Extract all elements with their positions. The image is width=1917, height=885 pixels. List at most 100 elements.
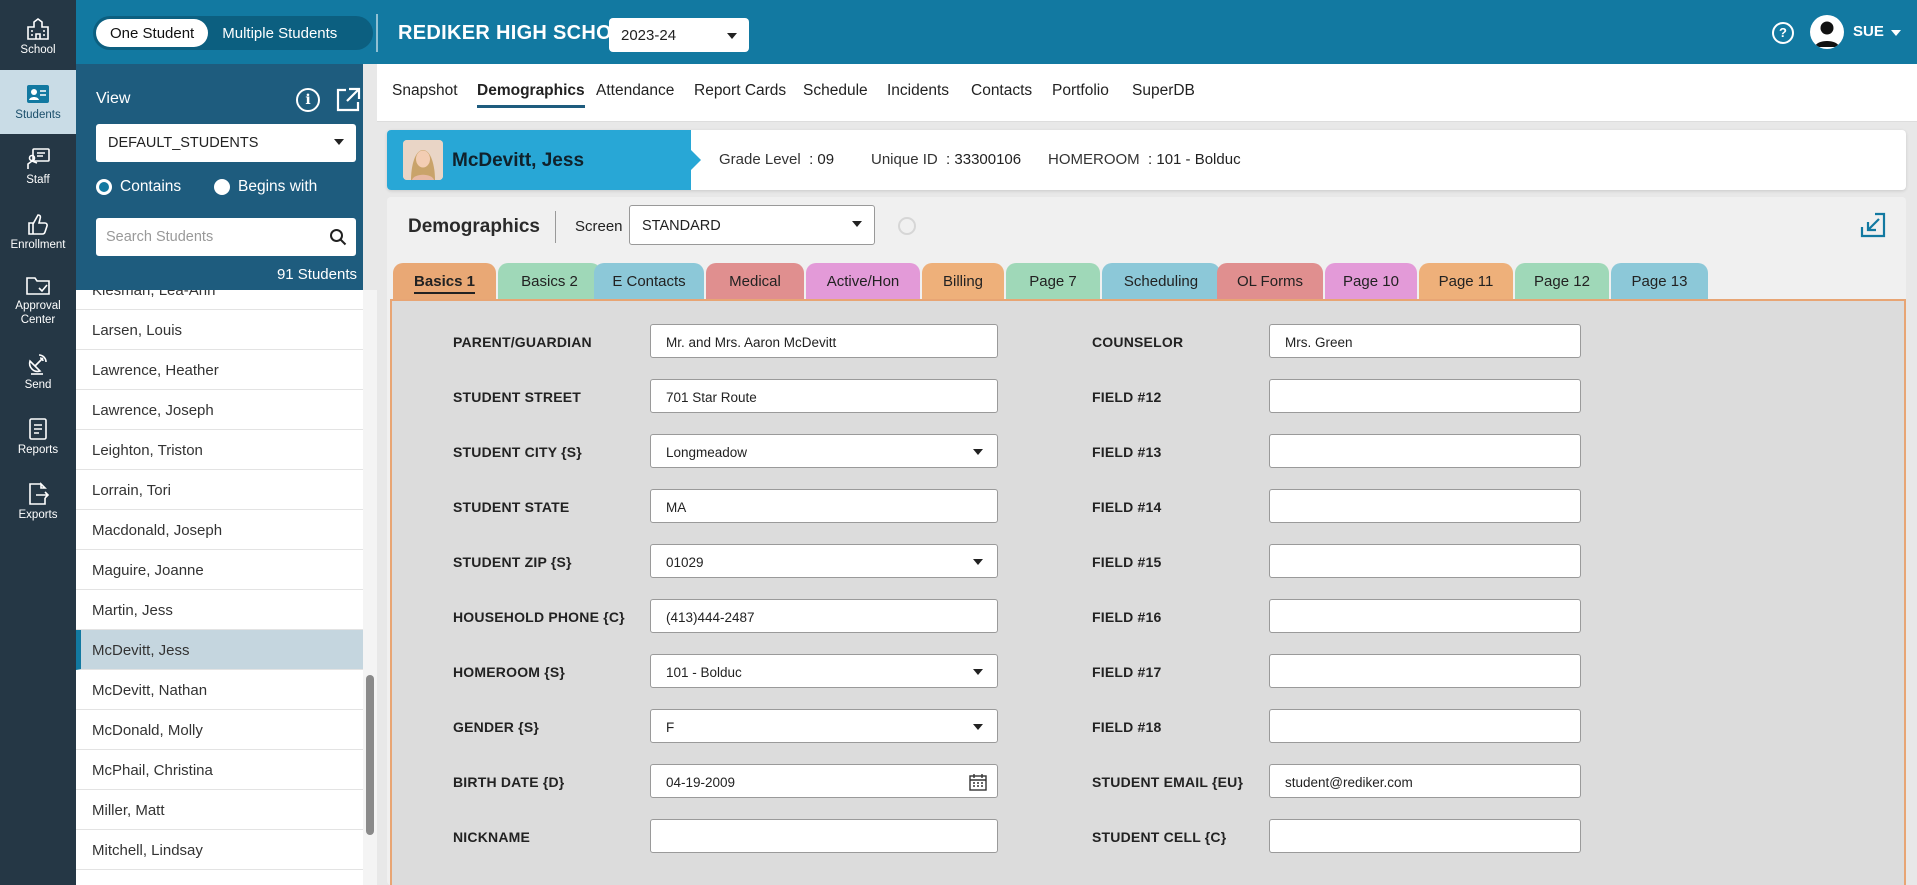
screen-select[interactable]: STANDARD xyxy=(629,205,875,245)
list-item[interactable]: McDonald, Molly xyxy=(76,710,363,750)
student-city-select[interactable]: Longmeadow xyxy=(650,434,998,468)
student-street-field[interactable]: 701 Star Route xyxy=(650,379,998,413)
list-item[interactable]: McPhail, Christina xyxy=(76,750,363,790)
chevron-down-icon[interactable] xyxy=(1891,30,1901,36)
homeroom-select[interactable]: 101 - Bolduc xyxy=(650,654,998,688)
tab-contacts[interactable]: Contacts xyxy=(971,82,1032,100)
tab-label: Page 13 xyxy=(1631,273,1688,290)
list-item[interactable]: Lawrence, Joseph xyxy=(76,390,363,430)
tab-ol-forms[interactable]: OL Forms xyxy=(1217,263,1323,299)
list-item[interactable]: Kiesman, Lea-Ann xyxy=(76,290,363,310)
tab-superdb[interactable]: SuperDB xyxy=(1132,82,1195,100)
field-12-input[interactable] xyxy=(1269,379,1581,413)
rail-item-approval-center[interactable]: Approval Center xyxy=(0,265,76,335)
student-cell-field[interactable] xyxy=(1269,819,1581,853)
rail-item-send[interactable]: Send xyxy=(0,340,76,404)
one-student-button[interactable]: One Student xyxy=(96,19,209,47)
help-icon[interactable]: ? xyxy=(1772,22,1794,44)
tab-e-contacts[interactable]: E Contacts xyxy=(594,263,704,299)
tab-page-11[interactable]: Page 11 xyxy=(1419,263,1513,299)
parent-guardian-field[interactable]: Mr. and Mrs. Aaron McDevitt xyxy=(650,324,998,358)
household-phone-field[interactable]: (413)444-2487 xyxy=(650,599,998,633)
tab-incidents[interactable]: Incidents xyxy=(887,82,949,100)
multiple-students-button[interactable]: Multiple Students xyxy=(208,19,351,47)
tab-page-13[interactable]: Page 13 xyxy=(1611,263,1708,299)
tab-label: Page 11 xyxy=(1438,273,1494,290)
tab-page-7[interactable]: Page 7 xyxy=(1006,263,1100,299)
birth-date-field[interactable]: 04-19-2009 xyxy=(650,764,998,798)
contains-radio[interactable]: Contains xyxy=(96,178,181,196)
avatar[interactable] xyxy=(1810,15,1844,49)
begins-with-radio[interactable]: Begins with xyxy=(214,178,317,196)
rail-label: Reports xyxy=(17,443,59,456)
student-email-field[interactable]: student@rediker.com xyxy=(1269,764,1581,798)
list-item[interactable]: Maguire, Joanne xyxy=(76,550,363,590)
homeroom-value: : 101 - Bolduc xyxy=(1148,151,1241,168)
tab-basics-1[interactable]: Basics 1 xyxy=(393,263,496,299)
field-17-input[interactable] xyxy=(1269,654,1581,688)
calendar-icon[interactable] xyxy=(969,773,987,791)
tab-attendance[interactable]: Attendance xyxy=(596,82,674,100)
nickname-field[interactable] xyxy=(650,819,998,853)
list-item[interactable]: Lorrain, Tori xyxy=(76,470,363,510)
gear-icon xyxy=(898,217,916,235)
tab-label: Page 7 xyxy=(1029,273,1077,290)
school-year-select[interactable]: 2023-24 xyxy=(609,18,749,52)
field-16-input[interactable] xyxy=(1269,599,1581,633)
rail-item-enrollment[interactable]: Enrollment xyxy=(0,200,76,264)
tab-medical[interactable]: Medical xyxy=(706,263,804,299)
thumbs-up-icon xyxy=(28,214,48,235)
tab-snapshot[interactable]: Snapshot xyxy=(392,82,458,100)
list-item[interactable]: Leighton, Triston xyxy=(76,430,363,470)
field-14-input[interactable] xyxy=(1269,489,1581,523)
counselor-field[interactable]: Mrs. Green xyxy=(1269,324,1581,358)
rail-item-students[interactable]: Students xyxy=(0,70,76,134)
open-external-icon[interactable] xyxy=(334,86,362,114)
tab-billing[interactable]: Billing xyxy=(922,263,1004,299)
list-item[interactable]: Larsen, Louis xyxy=(76,310,363,350)
list-item[interactable]: McDevitt, Nathan xyxy=(76,670,363,710)
tab-scheduling[interactable]: Scheduling xyxy=(1102,263,1220,299)
field-18-input[interactable] xyxy=(1269,709,1581,743)
field-label: FIELD #18 xyxy=(1092,719,1162,735)
scrollbar-thumb[interactable] xyxy=(366,675,374,835)
info-icon[interactable]: i xyxy=(296,88,320,112)
tab-page-12[interactable]: Page 12 xyxy=(1515,263,1609,299)
list-item[interactable]: Mitchell, Lindsay xyxy=(76,830,363,870)
tab-portfolio[interactable]: Portfolio xyxy=(1052,82,1109,100)
field-label: STUDENT STREET xyxy=(453,389,582,405)
student-state-field[interactable]: MA xyxy=(650,489,998,523)
radio-selected[interactable] xyxy=(96,179,112,195)
tab-page-10[interactable]: Page 10 xyxy=(1325,263,1417,299)
radio-unselected[interactable] xyxy=(214,179,230,195)
rail-item-reports[interactable]: Reports xyxy=(0,405,76,469)
list-item[interactable]: Lawrence, Heather xyxy=(76,350,363,390)
tab-report-cards[interactable]: Report Cards xyxy=(694,82,786,100)
search-icon[interactable] xyxy=(329,228,347,246)
rail-item-exports[interactable]: Exports xyxy=(0,470,76,534)
collapse-arrow-icon[interactable] xyxy=(1859,211,1887,239)
search-input[interactable]: Search Students xyxy=(96,218,356,256)
list-item-selected[interactable]: McDevitt, Jess xyxy=(76,630,363,670)
tab-active-hon[interactable]: Active/Hon xyxy=(806,263,920,299)
view-select[interactable]: DEFAULT_STUDENTS xyxy=(96,124,356,162)
gender-select[interactable]: F xyxy=(650,709,998,743)
tab-demographics[interactable]: Demographics xyxy=(477,82,585,108)
student-photo xyxy=(403,140,443,180)
list-item[interactable]: Miller, Matt xyxy=(76,790,363,830)
rail-label: Enrollment xyxy=(10,238,66,251)
list-item[interactable]: Martin, Jess xyxy=(76,590,363,630)
tab-basics-2[interactable]: Basics 2 xyxy=(498,263,601,299)
tab-schedule[interactable]: Schedule xyxy=(803,82,868,100)
list-item[interactable]: Macdonald, Joseph xyxy=(76,510,363,550)
field-value: F xyxy=(666,720,675,735)
rail-item-school[interactable]: School xyxy=(0,5,76,69)
user-name[interactable]: SUE xyxy=(1853,23,1884,40)
screen-label: Screen xyxy=(575,218,623,235)
rail-item-staff[interactable]: Staff xyxy=(0,135,76,199)
field-13-input[interactable] xyxy=(1269,434,1581,468)
reports-icon xyxy=(29,418,47,440)
view-select-value: DEFAULT_STUDENTS xyxy=(108,135,259,151)
student-zip-select[interactable]: 01029 xyxy=(650,544,998,578)
field-15-input[interactable] xyxy=(1269,544,1581,578)
